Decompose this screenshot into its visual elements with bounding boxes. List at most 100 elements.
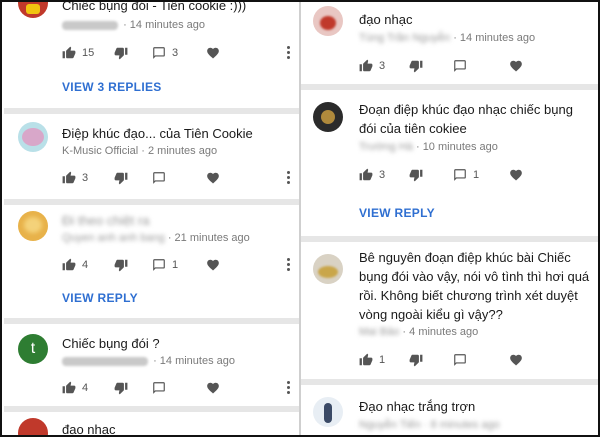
heart-button[interactable] [509, 352, 523, 368]
reply-button[interactable]: 3 [152, 45, 178, 61]
like-button[interactable]: 4 [62, 380, 88, 396]
dislike-button[interactable] [114, 257, 128, 273]
comment-time: · 2 minutes ago [141, 145, 218, 157]
reply-button[interactable] [453, 352, 467, 368]
reply-count: 1 [473, 169, 480, 181]
blurred-author: Quyen anh anh bang [62, 232, 165, 244]
dislike-button[interactable] [114, 45, 128, 61]
reply-icon [454, 354, 466, 366]
comment-meta: Mai Bảo · 4 minutes ago [359, 326, 478, 338]
heart-icon [510, 60, 522, 72]
heart-button[interactable] [206, 45, 220, 61]
comment-actions: 3 1 [359, 167, 595, 183]
thumb-up-icon [62, 46, 76, 59]
comment-actions: 3 [359, 58, 595, 74]
thumb-up-icon [62, 258, 76, 271]
reply-button[interactable]: 1 [152, 257, 178, 273]
comment-time: · 14 minutes ago [453, 32, 536, 44]
view-reply-link[interactable]: VIEW REPLY [359, 206, 435, 220]
more-vert-icon[interactable] [287, 46, 291, 60]
reply-icon [454, 169, 466, 181]
comment-actions: 4 [62, 380, 298, 396]
reply-button[interactable] [152, 380, 166, 396]
comment-item: Chiếc bụng đói - Tiên cookie :))) · 14 m… [4, 2, 300, 104]
like-button[interactable]: 3 [62, 170, 88, 186]
avatar[interactable] [18, 122, 48, 152]
like-button[interactable]: 15 [62, 45, 94, 61]
avatar[interactable] [18, 418, 48, 435]
blurred-author: Tùng Trần Nguyễn [359, 32, 451, 44]
comment-actions: 3 [62, 170, 298, 186]
comment-text: Chiếc bụng đói - Tiên cookie :))) [62, 2, 247, 13]
right-comment-column: đạo nhạc Tùng Trần Nguyễn · 14 minutes a… [301, 2, 598, 435]
comment-item: Đạo nhạc trắng trợn Nguyễn Tiến · 8 minu… [301, 385, 598, 435]
heart-icon [207, 47, 219, 59]
thumb-up-icon [62, 171, 76, 184]
more-vert-icon[interactable] [287, 381, 291, 395]
avatar[interactable] [18, 211, 48, 241]
dislike-button[interactable] [409, 352, 423, 368]
comment-time: · 14 minutes ago [153, 355, 235, 367]
reply-icon [153, 47, 165, 59]
comment-meta: K-Music Official · 2 minutes ago [62, 145, 217, 157]
comment-text: Chiếc bụng đói ? [62, 336, 160, 351]
thumb-down-icon [114, 259, 128, 272]
comment-text: đạo nhạc [62, 422, 116, 435]
avatar[interactable]: t [18, 334, 48, 364]
view-reply-link[interactable]: VIEW REPLY [62, 291, 138, 305]
like-count: 3 [379, 169, 386, 181]
comment-text: Điệp khúc đạo... của Tiên Cookie [62, 126, 253, 141]
avatar[interactable] [313, 102, 343, 132]
like-count: 1 [379, 354, 386, 366]
blurred-author: Nguyễn Tiến [359, 419, 421, 431]
like-count: 3 [82, 172, 89, 184]
like-button[interactable]: 3 [359, 167, 385, 183]
comment-text: Bê nguyên đoạn điệp khúc bài Chiếc bụng … [359, 250, 590, 322]
avatar[interactable] [313, 254, 343, 284]
thumb-up-icon [359, 353, 373, 366]
thumb-down-icon [114, 47, 128, 60]
comment-time: · 10 minutes ago [415, 141, 498, 153]
reply-button[interactable] [152, 170, 166, 186]
dislike-button[interactable] [409, 167, 423, 183]
thumb-down-icon [114, 172, 128, 185]
heart-icon [510, 169, 522, 181]
heart-button[interactable] [206, 380, 220, 396]
comment-actions: 1 [359, 352, 595, 368]
thumb-up-icon [359, 168, 373, 181]
more-vert-icon[interactable] [287, 171, 291, 185]
thumb-down-icon [409, 60, 423, 73]
view-replies-link[interactable]: VIEW 3 REPLIES [62, 80, 162, 94]
comment-actions: 15 3 [62, 45, 298, 61]
reply-count: 1 [172, 259, 179, 271]
reply-button[interactable]: 1 [453, 167, 479, 183]
avatar[interactable] [313, 6, 343, 36]
reply-count: 3 [172, 47, 179, 59]
comment-item: Bê nguyên đoạn điệp khúc bài Chiếc bụng … [301, 242, 598, 382]
like-button[interactable]: 3 [359, 58, 385, 74]
heart-button[interactable] [509, 167, 523, 183]
like-count: 4 [82, 259, 89, 271]
heart-button[interactable] [206, 170, 220, 186]
reply-button[interactable] [453, 58, 467, 74]
dislike-button[interactable] [114, 380, 128, 396]
like-button[interactable]: 1 [359, 352, 385, 368]
reply-icon [454, 60, 466, 72]
thumb-down-icon [409, 354, 423, 367]
dislike-button[interactable] [114, 170, 128, 186]
avatar[interactable] [313, 397, 343, 427]
thumb-up-icon [359, 59, 373, 72]
reply-icon [153, 172, 165, 184]
like-button[interactable]: 4 [62, 257, 88, 273]
comment-time: · 14 minutes ago [123, 19, 205, 31]
avatar[interactable] [18, 2, 48, 18]
more-vert-icon[interactable] [287, 258, 291, 272]
heart-button[interactable] [509, 58, 523, 74]
comment-item: Điệp khúc đạo... của Tiên Cookie K-Music… [4, 114, 300, 202]
heart-button[interactable] [206, 257, 220, 273]
heart-icon [207, 382, 219, 394]
dislike-button[interactable] [409, 58, 423, 74]
comment-meta: · 14 minutes ago [62, 355, 235, 367]
heart-icon [207, 172, 219, 184]
comment-item: Đoạn điệp khúc đạo nhạc chiếc bụng đói c… [301, 90, 598, 234]
